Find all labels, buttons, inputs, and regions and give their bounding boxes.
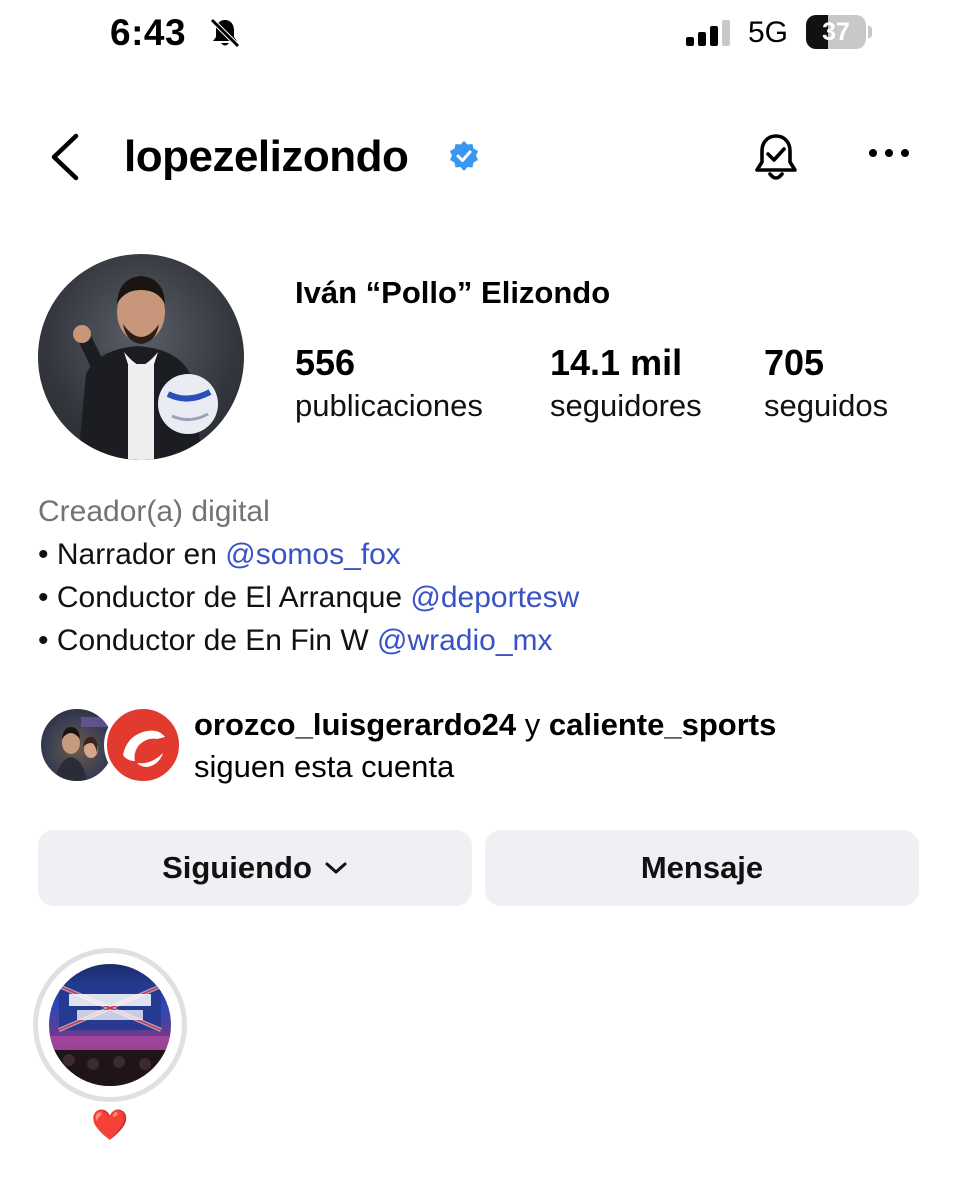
story-highlight-label: ❤️ bbox=[91, 1109, 129, 1142]
mutual-followers-text: orozco_luisgerardo24 y caliente_sports s… bbox=[194, 704, 776, 788]
bell-slash-icon bbox=[210, 18, 240, 48]
mutual-connector: y bbox=[516, 707, 549, 742]
back-chevron-icon[interactable] bbox=[44, 130, 88, 184]
mutual-follower-name[interactable]: orozco_luisgerardo24 bbox=[194, 707, 516, 742]
mutual-follower-name[interactable]: caliente_sports bbox=[549, 707, 776, 742]
mutual-followers-suffix: siguen esta cuenta bbox=[194, 749, 455, 784]
following-button[interactable]: Siguiendo bbox=[38, 830, 472, 906]
story-highlight-cover bbox=[49, 964, 171, 1086]
bio-line: • Narrador en @somos_fox bbox=[38, 533, 579, 576]
bio-line-text: • Narrador en bbox=[38, 538, 226, 571]
story-highlight[interactable] bbox=[33, 948, 187, 1102]
bio-line-text: • Conductor de En Fin W bbox=[38, 624, 377, 657]
bio-line: • Conductor de El Arranque @deportesw bbox=[38, 576, 579, 619]
notification-bell-check-icon[interactable] bbox=[748, 130, 804, 186]
stat-label: seguidos bbox=[764, 388, 889, 423]
status-bar: 6:43 5G 37 bbox=[0, 0, 957, 70]
cellular-signal-icon bbox=[686, 20, 730, 46]
network-type: 5G bbox=[748, 16, 789, 49]
status-time: 6:43 bbox=[110, 12, 187, 53]
profile-bio: Creador(a) digital • Narrador en @somos_… bbox=[38, 490, 579, 662]
message-button-label: Mensaje bbox=[640, 850, 764, 885]
stat-label: seguidores bbox=[550, 388, 702, 423]
verified-badge-icon bbox=[450, 141, 478, 171]
bio-line: • Conductor de En Fin W @wradio_mx bbox=[38, 619, 579, 662]
profile-avatar[interactable] bbox=[38, 254, 244, 460]
bio-line-text: • Conductor de El Arranque bbox=[38, 581, 411, 614]
chevron-down-icon bbox=[325, 862, 347, 874]
profile-display-name: Iván “Pollo” Elizondo bbox=[295, 275, 611, 310]
message-button[interactable]: Mensaje bbox=[485, 830, 919, 906]
stat-value: 705 bbox=[764, 342, 825, 383]
battery-indicator: 37 bbox=[806, 15, 872, 49]
battery-level: 37 bbox=[822, 18, 850, 46]
bio-mention-link[interactable]: @deportesw bbox=[410, 581, 579, 614]
stat-value: 14.1 mil bbox=[550, 342, 683, 383]
bio-mention-link[interactable]: @somos_fox bbox=[225, 538, 401, 571]
following-button-label: Siguiendo bbox=[162, 850, 312, 885]
stat-following[interactable]: 705 seguidos bbox=[764, 342, 888, 428]
mutual-follower-avatar bbox=[104, 706, 182, 784]
more-options-icon[interactable] bbox=[866, 144, 912, 162]
profile-username: lopezelizondo bbox=[124, 132, 409, 181]
stat-value: 556 bbox=[295, 342, 356, 383]
stat-label: publicaciones bbox=[295, 388, 483, 423]
mutual-followers[interactable]: orozco_luisgerardo24 y caliente_sports s… bbox=[38, 704, 938, 794]
bio-mention-link[interactable]: @wradio_mx bbox=[377, 624, 553, 657]
profile-category: Creador(a) digital bbox=[38, 495, 270, 528]
profile-header: lopezelizondo bbox=[0, 110, 957, 200]
stat-posts[interactable]: 556 publicaciones bbox=[295, 342, 483, 428]
stat-followers[interactable]: 14.1 mil seguidores bbox=[550, 342, 702, 428]
